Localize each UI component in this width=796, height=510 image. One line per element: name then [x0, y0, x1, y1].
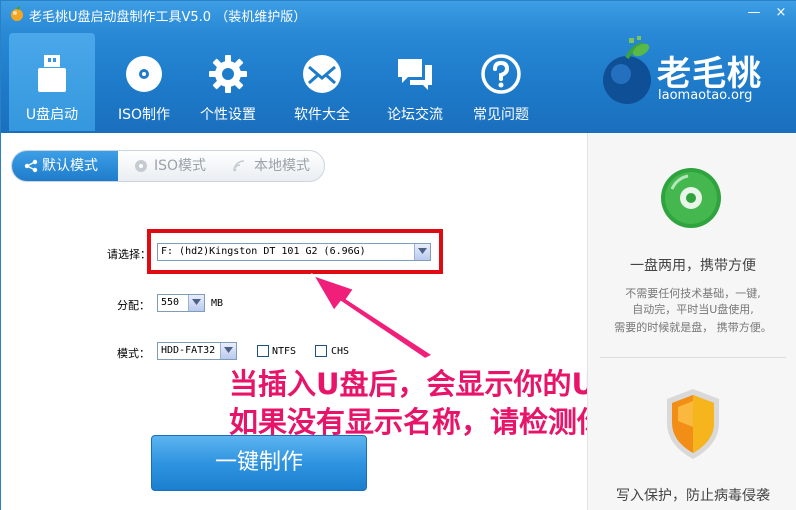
disc-icon: [126, 56, 162, 92]
app-window: 老毛桃U盘启动盘制作工具V5.0 （装机维护版） — × U盘启动 ISO制作 …: [0, 0, 796, 510]
device-label: 请选择：: [107, 248, 151, 261]
toolbar-item-forum[interactable]: 论坛交流: [372, 33, 458, 131]
disc-small-icon: [135, 160, 147, 172]
alloc-unit: MB: [211, 298, 224, 309]
toolbar-item-faq[interactable]: 常见问题: [458, 33, 544, 131]
toolbar-item-usb-boot[interactable]: U盘启动: [9, 33, 95, 131]
mode-select[interactable]: HDD-FAT32: [157, 342, 237, 360]
feature-desc-line: 自动完，平时当U盘使用,: [632, 303, 754, 316]
ntfs-checkbox[interactable]: [257, 345, 269, 357]
toolbar-label: U盘启动: [25, 107, 79, 123]
gear-icon: [209, 55, 247, 93]
feature-title-portable: 一盘两用，携带方便: [630, 258, 756, 274]
dropdown-arrow-icon[interactable]: [220, 343, 236, 359]
chat-bubbles-icon: [398, 59, 432, 90]
brand-logo: 老毛桃 laomaotao.org: [599, 36, 789, 116]
highlight-box: [147, 229, 443, 274]
mode-label: 本地模式: [254, 158, 310, 174]
annotation-arrow-icon: [310, 273, 436, 361]
feature-sidebar: 一盘两用，携带方便 不需要任何技术基础，一键, 自动完，平时当U盘使用, 需要的…: [587, 133, 796, 510]
toolbar-item-settings[interactable]: 个性设置: [185, 33, 271, 131]
close-button[interactable]: ×: [772, 5, 790, 21]
alloc-label: 分配：: [117, 299, 150, 312]
toolbar-label: ISO制作: [117, 107, 171, 123]
toolbar-item-software[interactable]: 软件大全: [279, 33, 365, 131]
mode-tab-local[interactable]: 本地模式: [226, 151, 324, 181]
toolbar-label: 软件大全: [294, 107, 350, 123]
alloc-select[interactable]: 550: [157, 294, 205, 312]
feature-title-protect: 写入保护，防止病毒侵袭: [616, 488, 770, 504]
feature-desc-line: 需要的时候就是盘， 携带方便。: [614, 321, 772, 334]
make-bootable-button[interactable]: 一键制作: [151, 435, 367, 491]
title-bar: 老毛桃U盘启动盘制作工具V5.0 （装机维护版） — ×: [1, 1, 796, 27]
logo-domain: laomaotao.org: [658, 88, 753, 103]
toolbar-label: 论坛交流: [387, 107, 443, 123]
ntfs-label: NTFS: [272, 346, 297, 357]
question-icon: [481, 54, 521, 94]
peach-logo-icon: [603, 36, 651, 104]
mode-select-value: HDD-FAT32: [161, 345, 216, 356]
mode-tab-default[interactable]: 默认模式: [12, 151, 118, 181]
signal-icon: [233, 160, 245, 172]
toolbar-item-iso[interactable]: ISO制作: [101, 33, 187, 131]
shield-icon: [667, 389, 719, 459]
sidebar-divider: [600, 357, 786, 358]
mode-switcher: 默认模式 ISO模式 本地模式: [11, 150, 325, 182]
toolbar-label: 个性设置: [200, 107, 256, 123]
share-icon: [24, 159, 38, 173]
toolbar-label: 常见问题: [473, 107, 529, 123]
app-logo-icon: [11, 6, 23, 21]
header: 老毛桃U盘启动盘制作工具V5.0 （装机维护版） — × U盘启动 ISO制作 …: [1, 1, 796, 133]
mode-label: 默认模式: [42, 158, 98, 174]
window-title: 老毛桃U盘启动盘制作工具V5.0 （装机维护版）: [29, 10, 307, 25]
mode-label: 模式：: [117, 347, 150, 360]
cd-icon: [661, 168, 721, 228]
alloc-select-value: 550: [161, 297, 180, 308]
minimize-button[interactable]: —: [745, 5, 763, 21]
envelope-icon: [303, 55, 341, 93]
feature-desc-line: 不需要任何技术基础，一键,: [625, 287, 761, 300]
mode-tab-iso[interactable]: ISO模式: [128, 151, 224, 181]
usb-drive-icon: [38, 55, 66, 92]
dropdown-arrow-icon[interactable]: [188, 295, 204, 311]
mode-label: ISO模式: [154, 158, 207, 174]
